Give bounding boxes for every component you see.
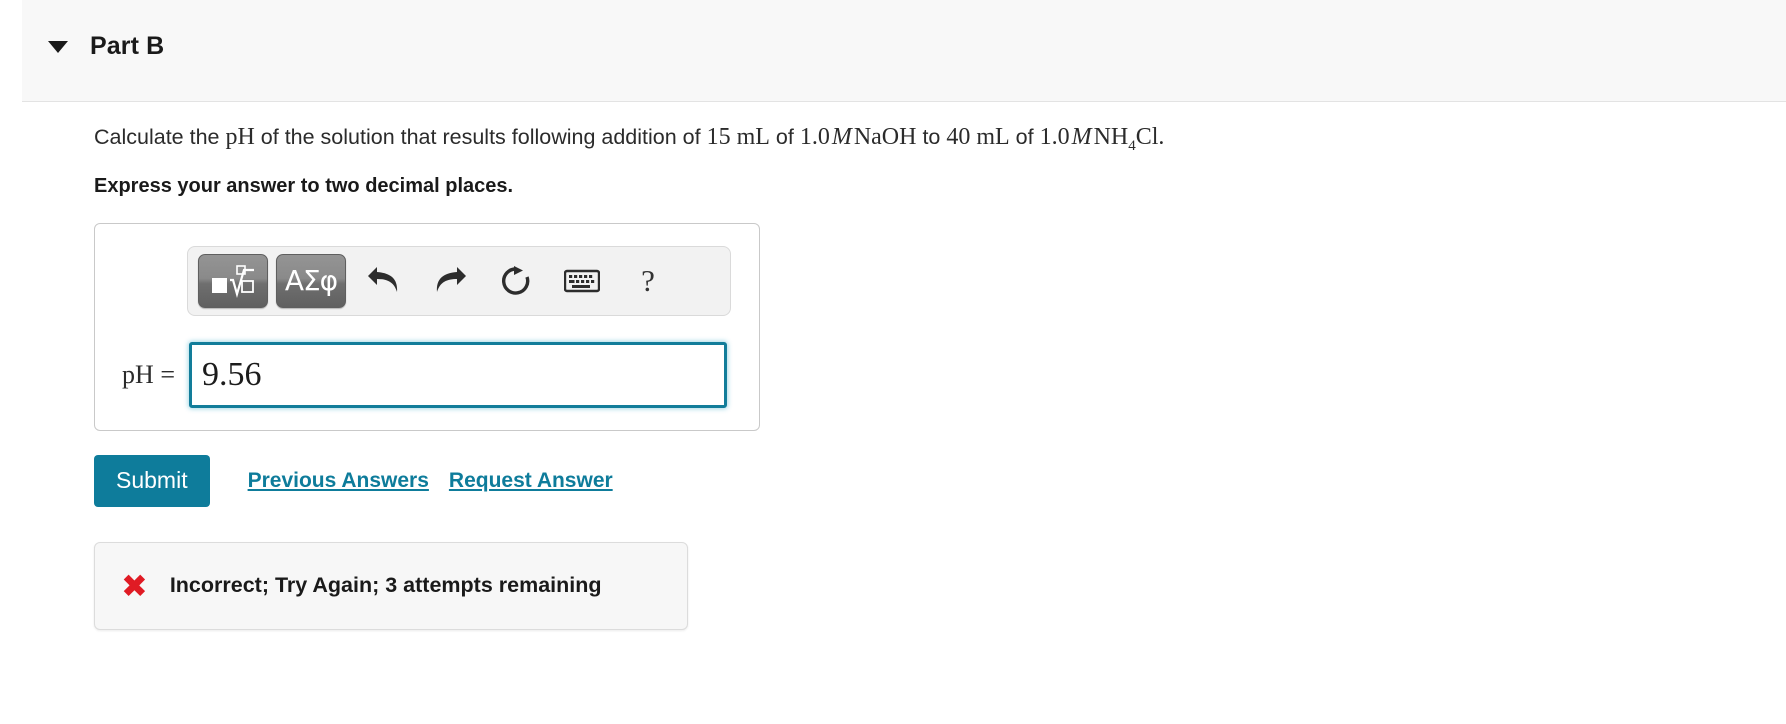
action-row: Submit Previous Answers Request Answer — [94, 454, 1786, 507]
volume-naoh: 15 mL — [706, 124, 770, 150]
salt-formula: NH4Cl. — [1093, 124, 1165, 154]
feedback-message: Incorrect; Try Again; 3 attempts remaini… — [169, 573, 602, 598]
to-connector: to — [916, 125, 947, 149]
answer-instruction: Express your answer to two decimal place… — [94, 174, 514, 197]
undo-arrow-icon — [368, 266, 398, 292]
reset-circular-arrow-icon — [501, 265, 530, 295]
answer-input[interactable] — [189, 341, 727, 408]
of-1: of — [769, 125, 800, 149]
page-title: Part B — [90, 32, 165, 60]
molarity-symbol-1: M — [831, 124, 852, 150]
undo-button[interactable] — [356, 254, 412, 308]
feedback-box: ✖ Incorrect; Try Again; 3 attempts remai… — [94, 541, 688, 630]
of-2: of — [1009, 125, 1040, 149]
salt-formula-end: Cl. — [1135, 124, 1165, 150]
question-mark-icon: ? — [641, 262, 655, 298]
keyboard-icon — [564, 269, 600, 292]
base-formula: NaOH — [853, 124, 917, 150]
part-body: Calculate the pH of the solution that re… — [0, 102, 1786, 630]
question-text: Calculate the pH of the solution that re… — [94, 122, 1786, 161]
help-button[interactable]: ? — [620, 254, 676, 308]
question-lead: Calculate the — [94, 125, 226, 149]
x-mark-icon: ✖ — [121, 566, 148, 605]
template-sqrt-button[interactable] — [198, 253, 268, 308]
question-mid: of the solution that results following a… — [254, 125, 707, 149]
request-answer-link[interactable]: Request Answer — [449, 469, 613, 493]
salt-formula-subscript: 4 — [1128, 137, 1136, 154]
part-header[interactable]: Part B — [22, 0, 1786, 102]
submit-button[interactable]: Submit — [94, 454, 210, 507]
keyboard-button[interactable] — [554, 254, 610, 308]
greek-symbols-icon: ΑΣφ — [284, 263, 338, 297]
concentration-nh4cl: 1.0 — [1039, 124, 1070, 150]
part-b-exercise-page: Part B Calculate the pH of the solution … — [0, 0, 1786, 724]
concentration-naoh: 1.0 — [799, 124, 830, 150]
answer-row: pH = — [95, 341, 759, 408]
greek-symbols-button[interactable]: ΑΣφ — [276, 253, 346, 308]
reset-button[interactable] — [488, 254, 544, 308]
redo-arrow-icon — [436, 266, 466, 292]
ph-symbol: pH — [225, 124, 255, 150]
volume-nh4cl: 40 mL — [946, 124, 1010, 150]
answer-label: pH = — [122, 359, 175, 389]
caret-down-icon[interactable] — [48, 40, 68, 53]
sqrt-template-icon — [212, 264, 254, 298]
math-toolbar: ΑΣφ ? — [187, 245, 731, 316]
redo-button[interactable] — [422, 254, 478, 308]
answer-panel: ΑΣφ ? pH = 9.56 — [94, 222, 760, 431]
molarity-symbol-2: M — [1071, 124, 1092, 150]
previous-answers-link[interactable]: Previous Answers — [248, 469, 429, 493]
salt-formula-main: NH — [1093, 124, 1129, 150]
